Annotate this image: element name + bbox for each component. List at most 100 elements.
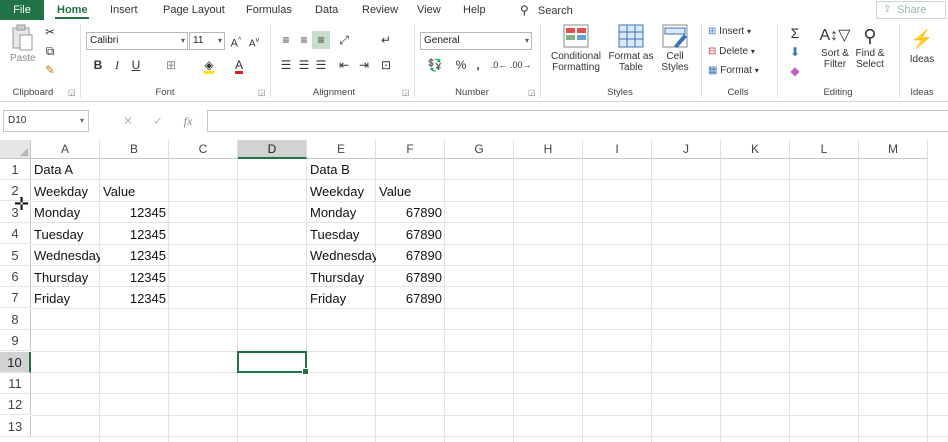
column-header-i[interactable]: I [583, 140, 652, 159]
cell-f2[interactable]: Value [377, 181, 445, 202]
column-header-h[interactable]: H [514, 140, 583, 159]
cell-f4[interactable]: 67890 [377, 224, 445, 245]
copy-icon[interactable]: ⧉ [41, 42, 59, 60]
fill-icon[interactable]: ⬇ [786, 43, 804, 61]
align-center-icon[interactable]: ☰ [295, 56, 313, 74]
cell-e5[interactable]: Wednesday [308, 245, 376, 266]
cell-f5[interactable]: 67890 [377, 245, 445, 266]
align-right-icon[interactable]: ☰ [312, 56, 330, 74]
clear-icon[interactable]: ◆ [786, 62, 804, 80]
column-header-c[interactable]: C [169, 140, 238, 159]
column-header-e[interactable]: E [307, 140, 376, 159]
column-header-l[interactable]: L [790, 140, 859, 159]
column-header-a[interactable]: A [31, 140, 100, 159]
search-box[interactable]: ⚲ Search [520, 0, 573, 20]
row-header-10[interactable]: 10 [0, 351, 31, 373]
cut-icon[interactable]: ✂ [41, 23, 59, 41]
row-header-8[interactable]: 8 [0, 308, 31, 330]
cell-e3[interactable]: Monday [308, 202, 376, 223]
active-cell-selection[interactable] [237, 350, 309, 376]
column-header-f[interactable]: F [376, 140, 445, 159]
row-header-6[interactable]: 6 [0, 266, 31, 287]
cell-f3[interactable]: 67890 [377, 202, 445, 223]
increase-decimal-icon[interactable]: .0← [490, 56, 508, 74]
format-cells-button[interactable]: ▦ Format ▾ [708, 65, 759, 76]
cell-b7[interactable]: 12345 [101, 288, 169, 309]
cell-a3[interactable]: Monday [32, 202, 100, 223]
increase-indent-icon[interactable]: ⇥ [355, 56, 373, 74]
fill-color-icon[interactable]: ◈ [200, 56, 218, 74]
bold-icon[interactable]: B [89, 56, 107, 74]
select-all-corner[interactable] [0, 140, 31, 159]
tab-view[interactable]: View [417, 0, 441, 20]
italic-icon[interactable]: I [108, 56, 126, 74]
tab-data[interactable]: Data [315, 0, 338, 20]
row-header-11[interactable]: 11 [0, 373, 31, 394]
tab-file[interactable]: File [0, 0, 44, 20]
column-header-d[interactable]: D [238, 140, 307, 159]
align-left-icon[interactable]: ☰ [277, 56, 295, 74]
insert-cells-button[interactable]: ⊞ Insert ▾ [708, 26, 751, 37]
decrease-font-icon[interactable]: Av [245, 32, 263, 50]
decrease-decimal-icon[interactable]: .00→ [510, 56, 532, 74]
cell-a1[interactable]: Data A [32, 159, 102, 180]
number-launcher-icon[interactable]: ◲ [528, 88, 536, 97]
wrap-text-icon[interactable]: ↵ [377, 31, 395, 49]
column-header-k[interactable]: K [721, 140, 790, 159]
row-header-7[interactable]: 7 [0, 287, 31, 309]
orientation-icon[interactable]: ⤢ [335, 31, 353, 49]
tab-insert[interactable]: Insert [110, 0, 138, 20]
insert-function-icon[interactable]: fx [176, 110, 200, 132]
decrease-indent-icon[interactable]: ⇤ [335, 56, 353, 74]
cell-f6[interactable]: 67890 [377, 267, 445, 288]
number-format-select[interactable]: General ▾ [420, 32, 532, 50]
column-header-m[interactable]: M [859, 140, 928, 159]
font-color-icon[interactable]: A [230, 56, 248, 74]
share-button[interactable]: ⇪ Share [876, 1, 946, 19]
align-bottom-icon[interactable]: ≡ [312, 31, 330, 49]
cell-e2[interactable]: Weekday [308, 181, 378, 202]
cell-a7[interactable]: Friday [32, 288, 100, 309]
cell-b5[interactable]: 12345 [101, 245, 169, 266]
format-as-table-button[interactable]: Format as Table [607, 24, 655, 73]
cell-e7[interactable]: Friday [308, 288, 376, 309]
conditional-formatting-button[interactable]: Conditional Formatting [547, 24, 605, 73]
tab-review[interactable]: Review [362, 0, 398, 20]
enter-icon[interactable]: ✓ [146, 110, 170, 132]
comma-style-icon[interactable]: , [469, 56, 487, 74]
cell-b6[interactable]: 12345 [101, 267, 169, 288]
cell-b4[interactable]: 12345 [101, 224, 169, 245]
cell-a5[interactable]: Wednesday [32, 245, 100, 266]
cell-b3[interactable]: 12345 [101, 202, 169, 223]
row-header-12[interactable]: 12 [0, 394, 31, 416]
cancel-icon[interactable]: ✕ [116, 110, 140, 132]
tab-help[interactable]: Help [463, 0, 486, 20]
tab-page-layout[interactable]: Page Layout [163, 0, 225, 20]
autosum-icon[interactable]: Σ [786, 24, 804, 42]
font-launcher-icon[interactable]: ◲ [258, 88, 266, 97]
worksheet-grid[interactable]: ABCDEFGHIJKLM 1 2 3 4 5 6 7 8 9 10 11 12 13 Data A W… [0, 140, 948, 442]
cell-e1[interactable]: Data B [308, 159, 378, 180]
delete-cells-button[interactable]: ⊟ Delete ▾ [708, 46, 755, 57]
format-painter-icon[interactable]: ✎ [41, 61, 59, 79]
underline-icon[interactable]: U [127, 56, 145, 74]
row-header-4[interactable]: 4 [0, 223, 31, 245]
column-header-j[interactable]: J [652, 140, 721, 159]
find-select-button[interactable]: ⚲ Find & Select [853, 24, 887, 70]
cell-b2[interactable]: Value [101, 181, 169, 202]
cell-f7[interactable]: 67890 [377, 288, 445, 309]
column-header-g[interactable]: G [445, 140, 514, 159]
formula-input[interactable] [207, 110, 948, 132]
borders-icon[interactable]: ⊞ [162, 56, 180, 74]
cell-e6[interactable]: Thursday [308, 267, 376, 288]
accounting-format-icon[interactable]: 💱 [422, 56, 448, 74]
align-top-icon[interactable]: ≡ [277, 31, 295, 49]
cell-a2[interactable]: Weekday [32, 181, 102, 202]
paste-button[interactable]: Paste [10, 24, 38, 68]
sort-filter-button[interactable]: A↕▽ Sort & Filter [817, 24, 853, 70]
ideas-button[interactable]: ⚡ Ideas [906, 24, 938, 65]
alignment-launcher-icon[interactable]: ◲ [402, 88, 410, 97]
cell-e4[interactable]: Tuesday [308, 224, 376, 245]
row-header-13[interactable]: 13 [0, 415, 31, 437]
cell-a4[interactable]: Tuesday [32, 224, 100, 245]
